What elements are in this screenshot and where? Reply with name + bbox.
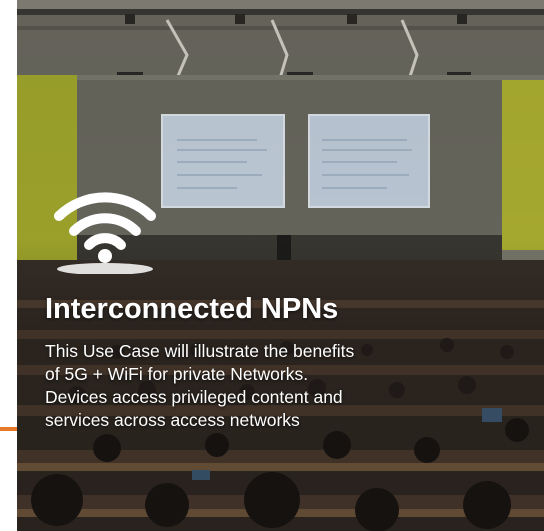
description-line: services across access networks (45, 410, 300, 430)
use-case-card[interactable]: Interconnected NPNs This Use Case will i… (17, 0, 544, 531)
card-description: This Use Case will illustrate the benefi… (45, 340, 505, 432)
description-line: This Use Case will illustrate the benefi… (45, 341, 355, 361)
card-title: Interconnected NPNs (45, 293, 339, 325)
description-line: Devices access privileged content and (45, 387, 343, 407)
wifi-icon (54, 192, 156, 274)
description-line: of 5G + WiFi for private Networks. (45, 364, 309, 384)
